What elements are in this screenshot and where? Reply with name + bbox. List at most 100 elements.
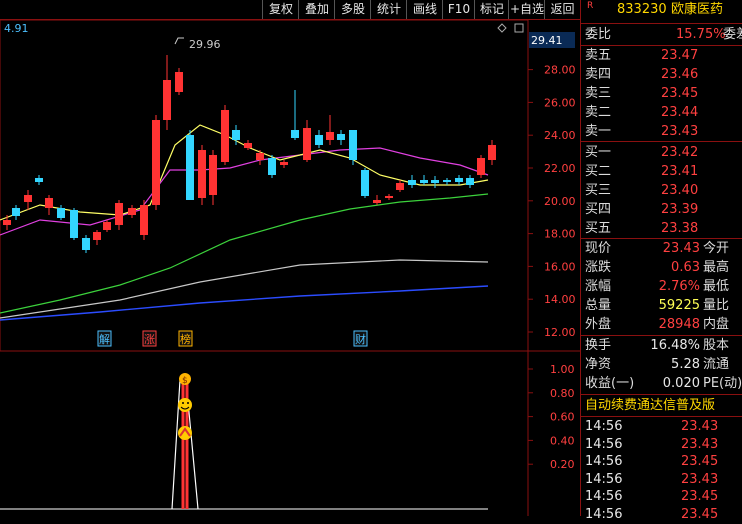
- candle-body[interactable]: [455, 178, 463, 182]
- money-bag-icon: $: [179, 373, 191, 386]
- candle-body[interactable]: [152, 120, 160, 205]
- candle-body[interactable]: [70, 210, 78, 238]
- stat2-row: 净资 5.28 流通: [581, 355, 742, 374]
- buy-level-label: 买五: [585, 221, 612, 236]
- stat-value: 28948: [658, 317, 700, 332]
- event-marker-label[interactable]: 解: [99, 332, 110, 346]
- promo-banner-text[interactable]: 自动续费通达信普及版: [585, 396, 715, 415]
- wei-bi-row: 委比 15.75% 委差: [581, 25, 742, 44]
- diamond-icon[interactable]: [497, 23, 507, 33]
- toolbar-stats-button[interactable]: 统计: [370, 0, 407, 19]
- sell-row: 卖五 23.47: [581, 46, 742, 65]
- stock-name[interactable]: 欧康医药: [671, 0, 723, 19]
- candle-body[interactable]: [443, 180, 451, 182]
- sub-y-tick-label: 0.60: [550, 411, 575, 424]
- y-tick-label: 22.00: [544, 162, 576, 175]
- candle-body[interactable]: [280, 162, 288, 165]
- candle-body[interactable]: [140, 205, 148, 235]
- candle-body[interactable]: [488, 145, 496, 160]
- candle-body[interactable]: [12, 208, 20, 216]
- candle-body[interactable]: [198, 150, 206, 198]
- tick-row: 14:56 23.43: [581, 470, 742, 489]
- candle-body[interactable]: [315, 135, 323, 145]
- candle-body[interactable]: [349, 130, 357, 160]
- buy-level-price: 23.39: [661, 202, 699, 217]
- stat-value: 0.63: [671, 260, 700, 275]
- stat-value: 23.43: [662, 241, 700, 256]
- square-icon[interactable]: [514, 23, 524, 33]
- candle-body[interactable]: [232, 130, 240, 140]
- candle-body[interactable]: [431, 180, 439, 183]
- candle-body[interactable]: [268, 158, 276, 175]
- candle-body[interactable]: [3, 220, 11, 225]
- toolbar-add-watchlist-button[interactable]: +自选: [508, 0, 545, 19]
- toolbar-multistock-button[interactable]: 多股: [334, 0, 371, 19]
- tick-time: 14:56: [585, 419, 623, 434]
- tick-time: 14:56: [585, 506, 623, 522]
- candle-body[interactable]: [186, 135, 194, 200]
- kline-chart-svg[interactable]: 28.00 26.00 24.00 22.00 20.00 18.00 16.00 14.00…: [0, 19, 580, 516]
- candle-body[interactable]: [163, 80, 171, 120]
- event-marker-label[interactable]: 财: [355, 332, 366, 346]
- candle-body[interactable]: [45, 198, 53, 208]
- toolbar-f10-button[interactable]: F10: [442, 0, 475, 19]
- sell-level-price: 23.46: [661, 67, 699, 82]
- candle-body[interactable]: [396, 183, 404, 190]
- tick-row: 14:56 23.43: [581, 417, 742, 436]
- candle-body[interactable]: [209, 155, 217, 195]
- candle-body[interactable]: [420, 180, 428, 183]
- buy-level-label: 买四: [585, 202, 612, 217]
- top-left-value: 4.91: [4, 22, 29, 35]
- event-marker-label[interactable]: 榜: [180, 332, 191, 346]
- stat-label2: 量比: [703, 298, 730, 313]
- toolbar-mark-button[interactable]: 标记: [474, 0, 509, 19]
- wei-cha-label: 委差: [723, 27, 742, 42]
- buy-row: 买五 23.38: [581, 219, 742, 238]
- stat2-value: 16.48%: [650, 338, 700, 353]
- candle-body[interactable]: [326, 132, 334, 140]
- toolbar-draw-button[interactable]: 画线: [406, 0, 443, 19]
- stat-label2: 最低: [703, 279, 730, 294]
- tick-row: 14:56 23.43: [581, 435, 742, 454]
- tick-time: 14:56: [585, 489, 623, 504]
- candle-body[interactable]: [35, 178, 43, 182]
- stat-label: 涨跌: [585, 260, 612, 275]
- toolbar-fuquan-button[interactable]: 复权: [262, 0, 299, 19]
- candle-body[interactable]: [175, 72, 183, 92]
- stock-code: 833230: [617, 2, 667, 17]
- candle-body[interactable]: [477, 158, 485, 175]
- candle-body[interactable]: [128, 208, 136, 215]
- candle-body[interactable]: [24, 195, 32, 202]
- candle-body[interactable]: [244, 143, 252, 148]
- candle-body[interactable]: [82, 238, 90, 250]
- candle-body[interactable]: [103, 222, 111, 230]
- kline-chart-area[interactable]: 28.00 26.00 24.00 22.00 20.00 18.00 16.00 14.00…: [0, 19, 580, 516]
- toolbar-back-button[interactable]: 返回: [544, 0, 580, 19]
- sub-y-tick-label: 0.40: [550, 434, 575, 447]
- tick-price: 23.45: [681, 506, 719, 522]
- event-marker-label[interactable]: 涨: [144, 333, 155, 346]
- y-tick-label: 14.00: [544, 293, 576, 306]
- sell-level-price: 23.43: [661, 124, 699, 139]
- candle-body[interactable]: [115, 203, 123, 225]
- candle-body[interactable]: [221, 110, 229, 162]
- candle-body[interactable]: [256, 153, 264, 160]
- candle-body[interactable]: [57, 208, 65, 218]
- candle-body[interactable]: [303, 128, 311, 160]
- toolbar-overlay-button[interactable]: 叠加: [298, 0, 335, 19]
- candle-body[interactable]: [408, 180, 416, 185]
- candle-body[interactable]: [373, 200, 381, 203]
- candle-body[interactable]: [385, 196, 393, 198]
- candle-body[interactable]: [466, 178, 474, 185]
- buy-level-label: 买三: [585, 183, 612, 198]
- quote-flag: R: [587, 1, 594, 11]
- candle-body[interactable]: [93, 232, 101, 240]
- sell-level-label: 卖三: [585, 86, 612, 101]
- candle-body[interactable]: [291, 130, 299, 138]
- candle-body[interactable]: [361, 170, 369, 196]
- stat2-label2: PE(动): [703, 376, 742, 391]
- sell-level-price: 23.45: [661, 86, 699, 101]
- promo-banner[interactable]: 自动续费通达信普及版: [581, 396, 742, 415]
- stat-label: 现价: [585, 241, 612, 256]
- candle-body[interactable]: [337, 134, 345, 140]
